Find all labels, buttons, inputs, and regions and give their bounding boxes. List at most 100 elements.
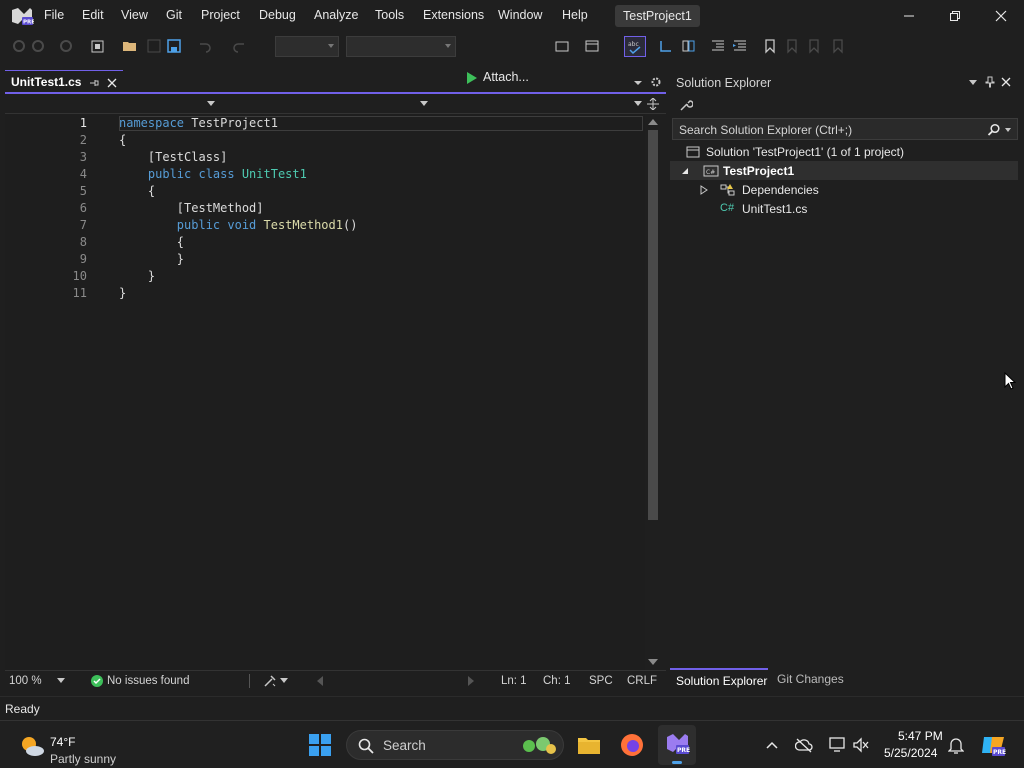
menu-tools[interactable]: Tools <box>375 8 404 22</box>
settings-gear-icon[interactable] <box>650 76 662 88</box>
search-options-icon[interactable] <box>1005 128 1011 132</box>
undo-icon[interactable] <box>196 38 212 54</box>
close-icon[interactable] <box>981 6 1021 26</box>
menu-edit[interactable]: Edit <box>82 8 104 22</box>
indent-icon[interactable] <box>732 38 748 54</box>
refresh-icon[interactable] <box>58 38 74 54</box>
code-line: } <box>119 252 185 266</box>
menu-git[interactable]: Git <box>166 8 182 22</box>
configuration-dropdown[interactable] <box>275 36 339 57</box>
menu-view[interactable]: View <box>121 8 148 22</box>
line-number: 9 <box>79 252 87 266</box>
weather-widget[interactable]: 74°F Partly sunny <box>14 727 134 766</box>
scrollbar-thumb[interactable] <box>648 130 658 520</box>
project-nav-dropdown[interactable] <box>5 94 217 113</box>
menu-analyze[interactable]: Analyze <box>314 8 358 22</box>
search-highlight-icon <box>523 737 556 754</box>
search-icon[interactable] <box>987 123 1001 137</box>
firefox-icon[interactable] <box>620 733 644 757</box>
current-line-highlight <box>119 116 643 131</box>
pin-icon[interactable] <box>89 78 99 88</box>
taskbar-search-box[interactable]: Search <box>346 730 564 760</box>
spell-check-toggle[interactable]: abc <box>624 36 646 57</box>
layout-icon[interactable] <box>584 38 600 54</box>
back-icon[interactable] <box>10 38 26 54</box>
menu-debug[interactable]: Debug <box>259 8 296 22</box>
outdent-icon[interactable] <box>710 38 726 54</box>
next-bookmark-icon[interactable] <box>806 38 822 54</box>
code-editor[interactable]: 1 2 3 4 5 6 7 8 9 10 11 namespace TestPr… <box>5 114 645 670</box>
expanded-arrow-icon[interactable] <box>681 167 689 175</box>
open-folder-icon[interactable] <box>122 38 138 54</box>
redo-icon[interactable] <box>232 38 248 54</box>
clock-date[interactable]: 5/25/2024 <box>884 746 937 760</box>
column-indicator[interactable]: Ch: 1 <box>543 675 571 687</box>
tree-item-project[interactable]: C# TestProject1 <box>670 161 1018 180</box>
tab-git-changes[interactable]: Git Changes <box>777 672 844 686</box>
zoom-dropdown-icon[interactable] <box>57 678 65 684</box>
properties-wrench-icon[interactable] <box>679 98 693 112</box>
menu-project[interactable]: Project <box>201 8 240 22</box>
code-cleanup-icon[interactable] <box>263 675 277 687</box>
tab-solution-explorer[interactable]: Solution Explorer <box>670 668 768 690</box>
line-ending-indicator[interactable]: CRLF <box>627 675 657 687</box>
close-tab-icon[interactable] <box>107 78 117 88</box>
zoom-level[interactable]: 100 % <box>9 675 42 687</box>
network-icon[interactable] <box>828 737 846 753</box>
editor-vertical-scrollbar[interactable] <box>645 114 661 670</box>
document-tab-label: UnitTest1.cs <box>11 75 82 89</box>
menu-extensions[interactable]: Extensions <box>423 8 484 22</box>
menu-help[interactable]: Help <box>562 8 588 22</box>
svg-text:PRE: PRE <box>677 747 690 754</box>
save-all-icon[interactable] <box>166 38 182 54</box>
solution-label: Solution 'TestProject1' (1 of 1 project) <box>706 145 905 159</box>
pin-icon[interactable] <box>985 76 995 88</box>
scroll-down-icon[interactable] <box>648 659 658 665</box>
onedrive-icon[interactable] <box>795 737 813 753</box>
windows-start-icon[interactable] <box>308 733 332 757</box>
clear-bookmarks-icon[interactable] <box>830 38 846 54</box>
solution-search-input[interactable]: Search Solution Explorer (Ctrl+;) <box>672 118 1018 140</box>
volume-muted-icon[interactable] <box>852 737 870 753</box>
minimize-icon[interactable] <box>889 6 929 26</box>
notification-bell-icon[interactable] <box>948 736 964 754</box>
new-project-icon[interactable] <box>90 38 106 54</box>
project-label: TestProject1 <box>723 164 795 178</box>
show-hidden-icons-icon[interactable] <box>766 741 778 749</box>
member-nav-dropdown[interactable] <box>435 94 645 113</box>
scroll-left-icon[interactable] <box>317 676 323 686</box>
prev-bookmark-icon[interactable] <box>784 38 800 54</box>
scroll-right-icon[interactable] <box>468 676 474 686</box>
search-icon <box>358 738 374 754</box>
code-line: { <box>119 235 185 249</box>
window-position-icon[interactable] <box>968 79 978 87</box>
bookmark-icon[interactable] <box>762 38 778 54</box>
line-number: 11 <box>72 286 87 300</box>
forward-icon[interactable] <box>30 38 46 54</box>
copilot-icon[interactable]: PRE <box>980 733 1006 757</box>
whitespace-indicator[interactable]: SPC <box>589 675 613 687</box>
save-icon[interactable] <box>146 38 162 54</box>
file-explorer-icon[interactable] <box>577 734 601 756</box>
issues-status[interactable]: No issues found <box>107 675 189 687</box>
visual-studio-logo-icon[interactable]: PRE <box>10 6 34 26</box>
clock-time[interactable]: 5:47 PM <box>898 729 943 743</box>
close-panel-icon[interactable] <box>1001 77 1011 87</box>
browse-icon[interactable] <box>554 38 570 54</box>
split-window-icon[interactable] <box>647 98 659 110</box>
step-over-icon[interactable] <box>680 38 696 54</box>
menu-window[interactable]: Window <box>498 8 542 22</box>
restore-icon[interactable] <box>935 6 975 26</box>
platform-dropdown[interactable] <box>346 36 456 57</box>
step-into-icon[interactable] <box>658 38 674 54</box>
line-indicator[interactable]: Ln: 1 <box>501 675 527 687</box>
menu-file[interactable]: File <box>44 8 64 22</box>
cleanup-dropdown-icon[interactable] <box>280 678 288 684</box>
collapsed-arrow-icon[interactable] <box>700 185 708 195</box>
tab-overflow-icon[interactable] <box>633 78 643 88</box>
type-nav-dropdown[interactable] <box>221 94 431 113</box>
line-number: 5 <box>79 184 87 198</box>
scroll-up-icon[interactable] <box>648 119 658 125</box>
document-tab[interactable]: UnitTest1.cs <box>5 70 123 92</box>
taskbar-visual-studio-button[interactable]: PRE <box>658 725 696 765</box>
